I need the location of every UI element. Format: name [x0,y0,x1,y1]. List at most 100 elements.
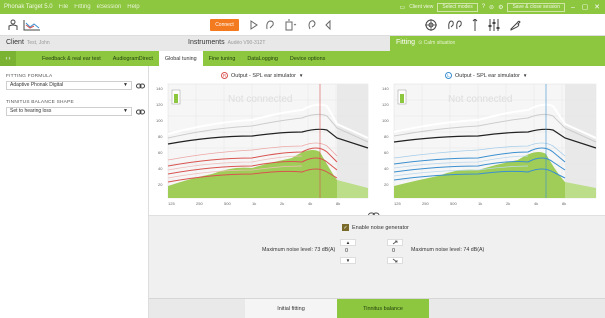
chevron-down-icon: ▼ [123,82,128,88]
right-ear-badge: R [221,72,228,79]
minimize-button[interactable]: – [569,4,577,11]
audiogram-icon[interactable] [22,17,42,33]
equalizer-icon[interactable] [486,17,502,33]
x-tick: 2k [280,201,284,206]
title-bar: Phonak Target 5.0 File Fitting eSession … [0,0,605,14]
microphone-icon[interactable] [470,17,480,33]
client-view-label[interactable]: Client view [409,4,433,10]
play-icon[interactable] [248,17,260,33]
main-area: R Output - SPL ear simulator ▼ L Output -… [149,66,605,318]
target-icon[interactable] [424,17,438,33]
tools-icon[interactable] [508,17,522,33]
right-down-button[interactable]: ▼ [340,257,356,264]
menu-help[interactable]: Help [127,4,139,10]
x-tick: 500 [224,201,231,206]
tab-initial-fitting[interactable]: Initial fitting [245,299,337,318]
y-tick: 100 [156,118,163,123]
fitting-tabs: ‹ › Feedback & real ear test AudiogramDir… [0,51,605,66]
right-ear-curve-chart[interactable]: Not connected 140 120 100 80 60 40 20 125 25… [152,82,371,208]
tinnitus-shape-label: TINNITUS BALANCE SHAPE [6,100,74,105]
tinnitus-shape-select[interactable]: Set to hearing loss ▼ [6,107,132,116]
y-tick: 40 [384,166,389,171]
y-tick: 120 [156,102,163,107]
instruments-label: Instruments [188,39,225,46]
client-name: Test, John [26,40,50,46]
left-ear-badge: L [445,72,452,79]
client-icon[interactable] [6,17,20,33]
checkmark-icon: ✓ [342,224,349,231]
chevron-left-icon[interactable]: ‹ [6,56,8,62]
hearing-aids-icon[interactable] [446,17,464,33]
y-tick: 120 [382,102,389,107]
y-tick: 60 [384,150,389,155]
right-not-connected-label: Not connected [228,94,293,105]
y-tick: 60 [158,150,163,155]
tab-datalogging[interactable]: DataLogging [241,51,284,66]
y-tick: 20 [384,182,389,187]
tab-feedback-real-ear[interactable]: Feedback & real ear test [36,51,107,66]
close-button[interactable]: ✕ [593,3,601,11]
y-tick: 80 [384,134,389,139]
tab-global-tuning[interactable]: Global tuning [158,51,203,66]
fitting-situation: ⊙ Calm situation [418,40,456,46]
fitting-info[interactable]: Fitting ⊙ Calm situation [390,36,605,51]
menu-file[interactable]: File [59,4,69,10]
tab-nav-arrows[interactable]: ‹ › [0,51,16,66]
x-tick: 4k [308,201,312,206]
select-modes-dropdown[interactable]: Select modes [437,2,478,12]
left-max-noise-level: Maximum noise level: 74 dB(A) [411,247,485,253]
left-ear-curve-chart[interactable]: Not connected 140 120 100 80 60 40 20 125 25… [378,82,600,208]
y-tick: 20 [158,182,163,187]
tab-spacer [149,299,245,318]
help-icon[interactable]: ? [482,4,485,10]
fitting-formula-label: FITTING FORMULA [6,74,53,79]
client-view-icon[interactable]: ▭ [400,4,406,11]
x-tick: 1k [478,201,482,206]
x-tick: 1k [252,201,256,206]
chevron-right-icon[interactable]: › [9,56,11,62]
left-up-button[interactable] [387,239,403,246]
app-title: Phonak Target 5.0 [4,4,53,10]
tab-tinnitus-balance[interactable]: Tinnitus balance [337,299,429,318]
y-tick: 140 [382,86,389,91]
toolbar: Connect [0,14,605,36]
x-tick: 8k [562,201,566,206]
chevron-down-icon: ▼ [522,73,528,78]
y-tick: 100 [382,118,389,123]
tab-audiogramdirect[interactable]: AudiogramDirect [107,51,159,66]
link-icon[interactable] [136,83,145,89]
x-tick: 4k [534,201,538,206]
fitting-label: Fitting [396,39,416,46]
settings-icon[interactable]: ⚙ [498,4,503,11]
ear-icon[interactable] [306,17,318,33]
menu-bar: File Fitting eSession Help [59,4,140,10]
connect-button[interactable]: Connect [210,19,239,31]
x-tick: 250 [422,201,429,206]
tab-device-options[interactable]: Device options [284,51,331,66]
link-icon[interactable] [136,109,145,115]
menu-fitting[interactable]: Fitting [74,4,90,10]
speaker-icon[interactable] [322,17,334,33]
audio-icon[interactable]: ⊜ [489,4,494,11]
y-tick: 140 [156,86,163,91]
x-tick: 250 [196,201,203,206]
fitting-formula-select[interactable]: Adaptive Phonak Digital ▼ [6,81,132,90]
x-tick: 8k [336,201,340,206]
hearing-aid-icon[interactable] [264,17,276,33]
maximize-button[interactable]: ▢ [581,3,589,11]
right-output-select[interactable]: R Output - SPL ear simulator ▼ [221,72,303,79]
tab-fine-tuning[interactable]: Fine tuning [203,51,242,66]
left-output-select[interactable]: L Output - SPL ear simulator ▼ [445,72,527,79]
menu-esession[interactable]: eSession [97,4,122,10]
right-noise-value: 0 [345,248,349,254]
enable-noise-generator-checkbox[interactable]: ✓ Enable noise generator [342,224,409,231]
client-info[interactable]: Client Test, John [6,39,50,46]
chevron-down-icon: ▼ [123,108,128,114]
session-info-bar: Client Test, John Instruments Audéo V90-31… [0,36,605,51]
right-up-button[interactable]: ▲ [340,239,356,246]
save-close-button[interactable]: Save & close session [507,2,565,12]
instruments-info[interactable]: Instruments Audéo V90-312T [188,39,265,46]
battery-icon[interactable] [282,17,300,33]
left-down-button[interactable] [387,257,403,264]
left-panel: FITTING FORMULA Adaptive Phonak Digital ▼… [0,66,149,318]
